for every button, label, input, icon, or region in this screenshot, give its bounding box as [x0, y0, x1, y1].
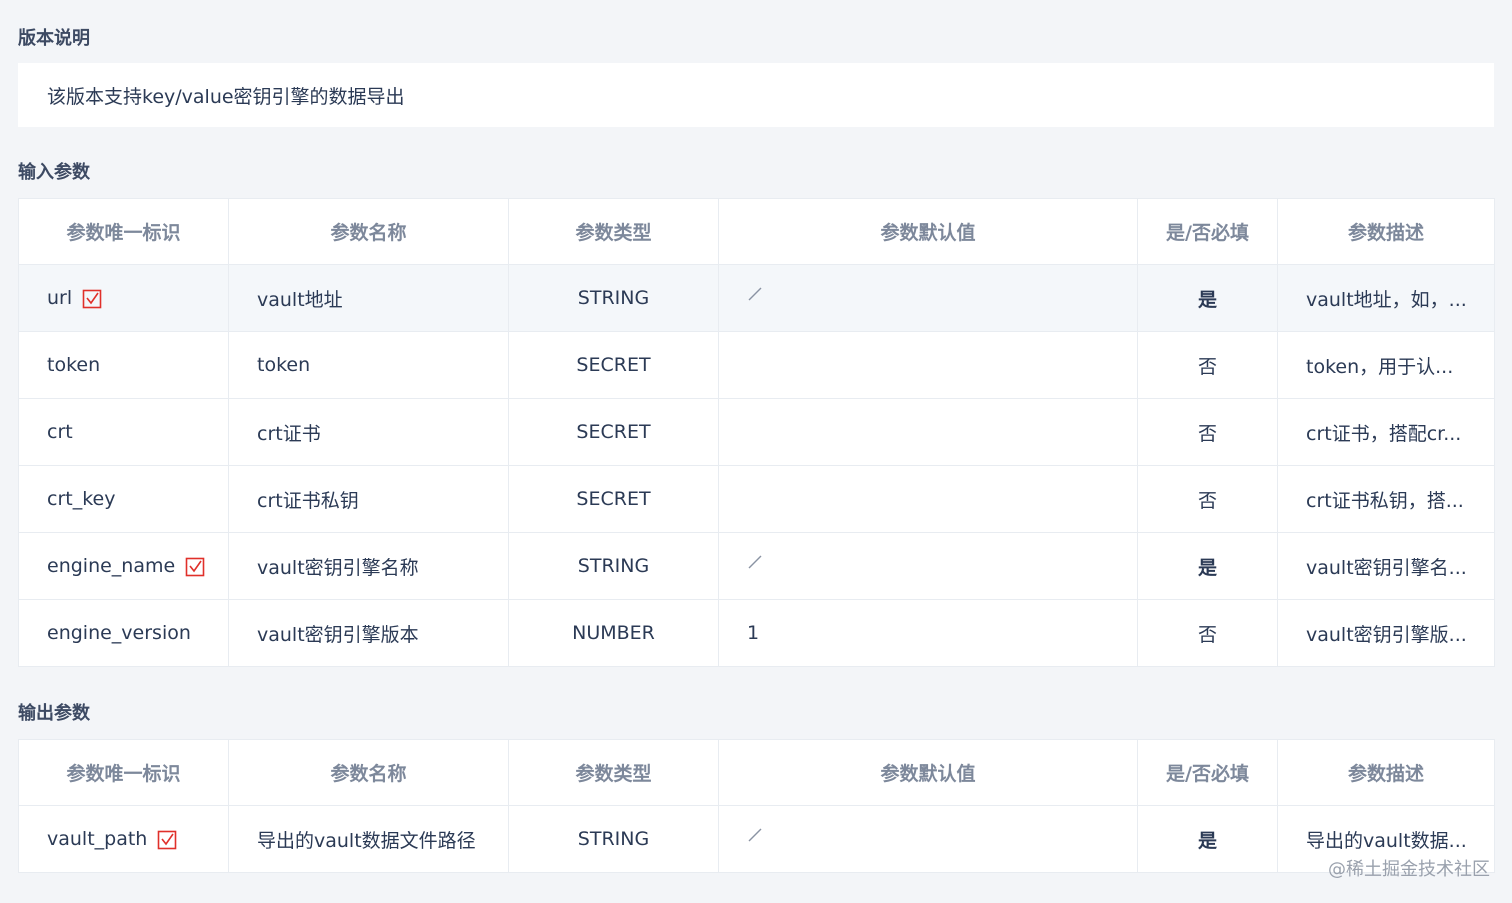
param-type-cell: STRING [508, 532, 719, 600]
param-default: 1 [747, 622, 760, 644]
param-required-cell: 是 [1137, 532, 1278, 600]
param-default-cell [718, 398, 1138, 466]
param-id: url [47, 287, 73, 309]
param-name-cell: token [228, 331, 509, 399]
column-header-required: 是/否必填 [1137, 198, 1278, 265]
param-required-cell: 否 [1137, 465, 1278, 533]
required-check-icon [185, 557, 205, 576]
param-name-cell: vault密钥引擎名称 [228, 532, 509, 600]
version-description-box: 该版本支持key/value密钥引擎的数据导出 [18, 63, 1494, 127]
param-description-cell: crt证书，搭配cr... [1277, 398, 1495, 466]
input-table-header-row: 参数唯一标识 参数名称 参数类型 参数默认值 是/否必填 参数描述 [18, 198, 1495, 265]
column-header-name: 参数名称 [228, 198, 509, 265]
param-type-cell: NUMBER [508, 599, 719, 667]
slash-icon [748, 555, 762, 568]
input-params-table: 参数唯一标识 参数名称 参数类型 参数默认值 是/否必填 参数描述 url vau… [18, 198, 1495, 667]
param-default-cell [718, 532, 1138, 600]
column-header-type: 参数类型 [508, 739, 719, 806]
required-check-icon [82, 289, 102, 308]
param-required-cell: 否 [1137, 398, 1278, 466]
param-id-cell: url [18, 264, 229, 332]
param-id-cell: engine_name [18, 532, 229, 600]
param-name-cell: crt证书私钥 [228, 465, 509, 533]
param-name-cell: crt证书 [228, 398, 509, 466]
output-params-table: 参数唯一标识 参数名称 参数类型 参数默认值 是/否必填 参数描述 vault_… [18, 739, 1495, 873]
column-header-type: 参数类型 [508, 198, 719, 265]
param-type-cell: SECRET [508, 331, 719, 399]
param-description-cell: crt证书私钥，搭... [1277, 465, 1495, 533]
param-id-cell: vault_path [18, 805, 229, 873]
param-type-cell: STRING [508, 805, 719, 873]
column-header-id: 参数唯一标识 [18, 739, 229, 806]
param-required-cell: 是 [1137, 805, 1278, 873]
param-default-cell [718, 264, 1138, 332]
param-default-cell [718, 331, 1138, 399]
table-row: vault_path 导出的vault数据文件路径 STRING 是导出的vault数… [18, 805, 1495, 873]
param-required-cell: 否 [1137, 331, 1278, 399]
param-id-cell: crt [18, 398, 229, 466]
param-description-cell: token，用于认... [1277, 331, 1495, 399]
param-name-cell: 导出的vault数据文件路径 [228, 805, 509, 873]
param-id: crt [47, 421, 73, 443]
table-row: token token SECRET 否 token，用于认... [18, 331, 1495, 399]
param-name-cell: vault地址 [228, 264, 509, 332]
column-header-name: 参数名称 [228, 739, 509, 806]
param-default-cell [718, 805, 1138, 873]
column-header-description: 参数描述 [1277, 198, 1495, 265]
param-id: engine_name [47, 555, 176, 577]
required-check-icon [158, 830, 177, 849]
column-header-description: 参数描述 [1277, 739, 1495, 806]
param-id: engine_version [47, 622, 191, 644]
table-row: crt_key crt证书私钥 SECRET 否 crt证书私钥，搭... [18, 465, 1495, 533]
param-id-cell: engine_version [18, 599, 229, 667]
param-description-cell: vault密钥引擎名... [1277, 532, 1495, 600]
output-table-header-row: 参数唯一标识 参数名称 参数类型 参数默认值 是/否必填 参数描述 [18, 739, 1495, 806]
table-row: engine_version vault密钥引擎版本 NUMBER 1 否 vault密钥… [18, 599, 1495, 667]
table-row: url vault地址 STRING 是 vault地址，如，... [18, 264, 1495, 332]
param-type-cell: STRING [508, 264, 719, 332]
param-description-cell: vault密钥引擎版... [1277, 599, 1495, 667]
watermark: @稀土掘金技术社区 [1328, 859, 1490, 880]
param-id-cell: token [18, 331, 229, 399]
param-required-cell: 否 [1137, 599, 1278, 667]
param-type-cell: SECRET [508, 398, 719, 466]
param-id: token [47, 354, 101, 376]
slash-icon [748, 828, 762, 841]
column-header-default: 参数默认值 [718, 739, 1138, 806]
slash-icon [748, 287, 762, 300]
param-required-cell: 是 [1137, 264, 1278, 332]
param-type-cell: SECRET [508, 465, 719, 533]
param-name-cell: vault密钥引擎版本 [228, 599, 509, 667]
version-section-title: 版本说明 [18, 28, 90, 49]
version-description: 该版本支持key/value密钥引擎的数据导出 [47, 85, 405, 108]
param-description-cell: vault地址，如，... [1277, 264, 1495, 332]
param-id-cell: crt_key [18, 465, 229, 533]
param-id: vault_path [47, 828, 148, 850]
param-default-cell: 1 [718, 599, 1138, 667]
column-header-default: 参数默认值 [718, 198, 1138, 265]
param-id: crt_key [47, 488, 116, 510]
column-header-id: 参数唯一标识 [18, 198, 229, 265]
param-default-cell [718, 465, 1138, 533]
output-section-title: 输出参数 [18, 703, 90, 724]
table-row: crt crt证书 SECRET 否 crt证书，搭配cr... [18, 398, 1495, 466]
input-section-title: 输入参数 [18, 162, 90, 183]
column-header-required: 是/否必填 [1137, 739, 1278, 806]
table-row: engine_name vault密钥引擎名称 STRING 是 vault密钥引擎名.… [18, 532, 1495, 600]
